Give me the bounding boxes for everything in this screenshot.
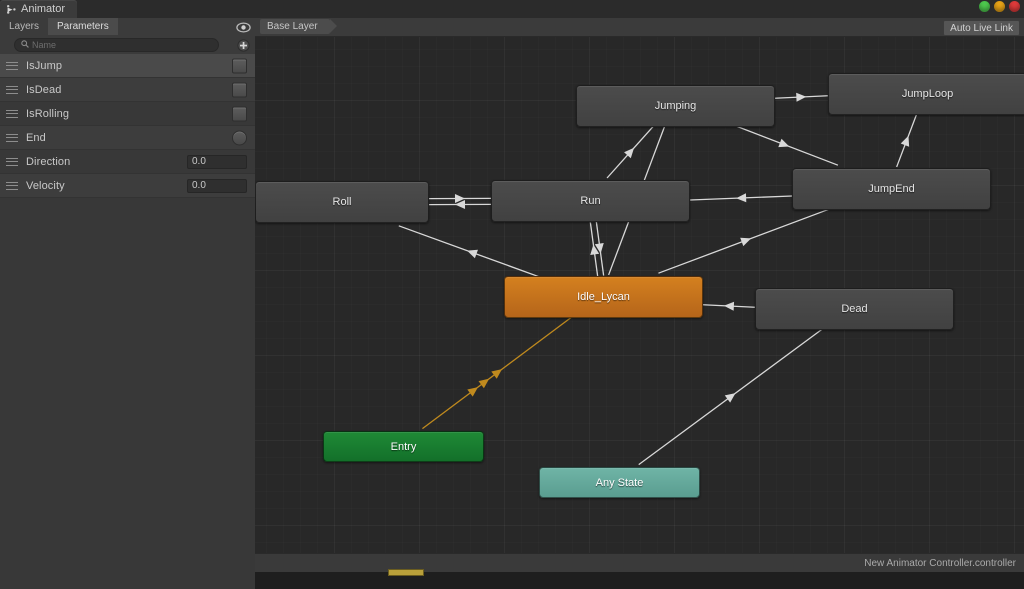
parameter-name: IsDead	[26, 84, 61, 96]
drag-handle-icon[interactable]	[6, 158, 18, 166]
state-node-label: Roll	[333, 196, 352, 208]
panel-tabs: Layers Parameters	[0, 18, 255, 36]
parameters-panel: Layers Parameters Name	[0, 18, 256, 571]
parameter-control	[232, 106, 247, 121]
auto-live-link-button[interactable]: Auto Live Link	[943, 20, 1020, 36]
animator-icon	[6, 4, 17, 15]
controller-name: New Animator Controller.controller	[864, 558, 1024, 569]
parameter-control: 0.0	[187, 155, 247, 169]
state-node-label: Jumping	[655, 100, 697, 112]
state-node-label: Run	[580, 195, 600, 207]
state-machine-canvas[interactable]: Jumping JumpLoop Roll Run JumpEnd Idle_Lycan D…	[255, 18, 1024, 553]
parameter-control	[232, 58, 247, 73]
parameter-row-end[interactable]: End	[0, 126, 255, 150]
state-node-label: Any State	[596, 477, 644, 489]
search-row: Name	[0, 35, 255, 55]
search-icon	[21, 39, 29, 51]
plus-icon[interactable]	[236, 38, 250, 52]
breadcrumb-label: Base Layer	[267, 21, 318, 32]
parameter-name: IsJump	[26, 60, 62, 72]
tab-animator-label: Animator	[21, 3, 65, 15]
parameter-row-isdead[interactable]: IsDead	[0, 78, 255, 102]
tab-parameters[interactable]: Parameters	[48, 18, 118, 35]
breadcrumb[interactable]: Base Layer	[260, 19, 330, 34]
parameter-control: 0.0	[187, 179, 247, 193]
parameter-control	[232, 82, 247, 97]
parameter-row-direction[interactable]: Direction 0.0	[0, 150, 255, 174]
parameter-list: IsJumpIsDeadIsRollingEndDirection0.0Velo…	[0, 54, 255, 198]
green-dot[interactable]	[979, 1, 990, 12]
state-node-label: JumpLoop	[902, 88, 953, 100]
parameter-name: Direction	[26, 156, 70, 168]
parameter-value-field[interactable]: 0.0	[187, 155, 247, 169]
red-dot[interactable]	[1009, 1, 1020, 12]
parameter-checkbox[interactable]	[232, 106, 247, 121]
state-node-jumping[interactable]: Jumping	[576, 85, 775, 127]
drag-handle-icon[interactable]	[6, 182, 18, 190]
parameter-row-isjump[interactable]: IsJump	[0, 54, 255, 78]
panel-bottom-strip	[0, 571, 255, 589]
state-node-roll[interactable]: Roll	[255, 181, 429, 223]
parameter-trigger[interactable]	[232, 130, 247, 145]
parameter-name: Velocity	[26, 180, 65, 192]
parameter-row-velocity[interactable]: Velocity 0.0	[0, 174, 255, 198]
parameter-value-field[interactable]: 0.0	[187, 179, 247, 193]
yellow-dot[interactable]	[994, 1, 1005, 12]
state-node-idle[interactable]: Idle_Lycan	[504, 276, 703, 318]
parameter-checkbox[interactable]	[232, 82, 247, 97]
drag-handle-icon[interactable]	[6, 110, 18, 118]
animator-window: Animator Layers Parameters	[0, 0, 1024, 571]
parameter-name: IsRolling	[26, 108, 69, 120]
state-node-jumploop[interactable]: JumpLoop	[828, 73, 1024, 115]
tab-layers-label: Layers	[9, 21, 39, 32]
state-node-label: Dead	[841, 303, 867, 315]
state-node-entry[interactable]: Entry	[323, 431, 484, 462]
parameter-row-isrolling[interactable]: IsRolling	[0, 102, 255, 126]
state-node-anystate[interactable]: Any State	[539, 467, 700, 498]
state-node-jumpend[interactable]: JumpEnd	[792, 168, 991, 210]
drag-handle-icon[interactable]	[6, 62, 18, 70]
drag-handle-icon[interactable]	[6, 86, 18, 94]
state-node-label: Idle_Lycan	[577, 291, 630, 303]
tab-layers[interactable]: Layers	[0, 18, 48, 35]
eye-icon[interactable]	[235, 20, 251, 34]
auto-live-link-label: Auto Live Link	[950, 23, 1013, 34]
status-bar: New Animator Controller.controller	[255, 553, 1024, 572]
status-progress-chip	[388, 569, 424, 576]
tab-parameters-label: Parameters	[57, 21, 109, 32]
window-controls	[979, 1, 1020, 12]
tab-animator[interactable]: Animator	[0, 0, 77, 18]
state-node-label: JumpEnd	[868, 183, 914, 195]
parameter-checkbox[interactable]	[232, 58, 247, 73]
parameter-name: End	[26, 132, 46, 144]
search-input[interactable]: Name	[14, 38, 219, 52]
drag-handle-icon[interactable]	[6, 134, 18, 142]
graph-toolbar: Base Layer Auto Live Link	[255, 18, 1024, 37]
parameter-control	[232, 130, 247, 145]
parameter-list-empty-area	[0, 198, 255, 571]
state-node-label: Entry	[391, 441, 417, 453]
state-node-run[interactable]: Run	[491, 180, 690, 222]
window-tabstrip: Animator	[0, 0, 1024, 19]
state-node-dead[interactable]: Dead	[755, 288, 954, 330]
search-placeholder: Name	[32, 41, 56, 50]
